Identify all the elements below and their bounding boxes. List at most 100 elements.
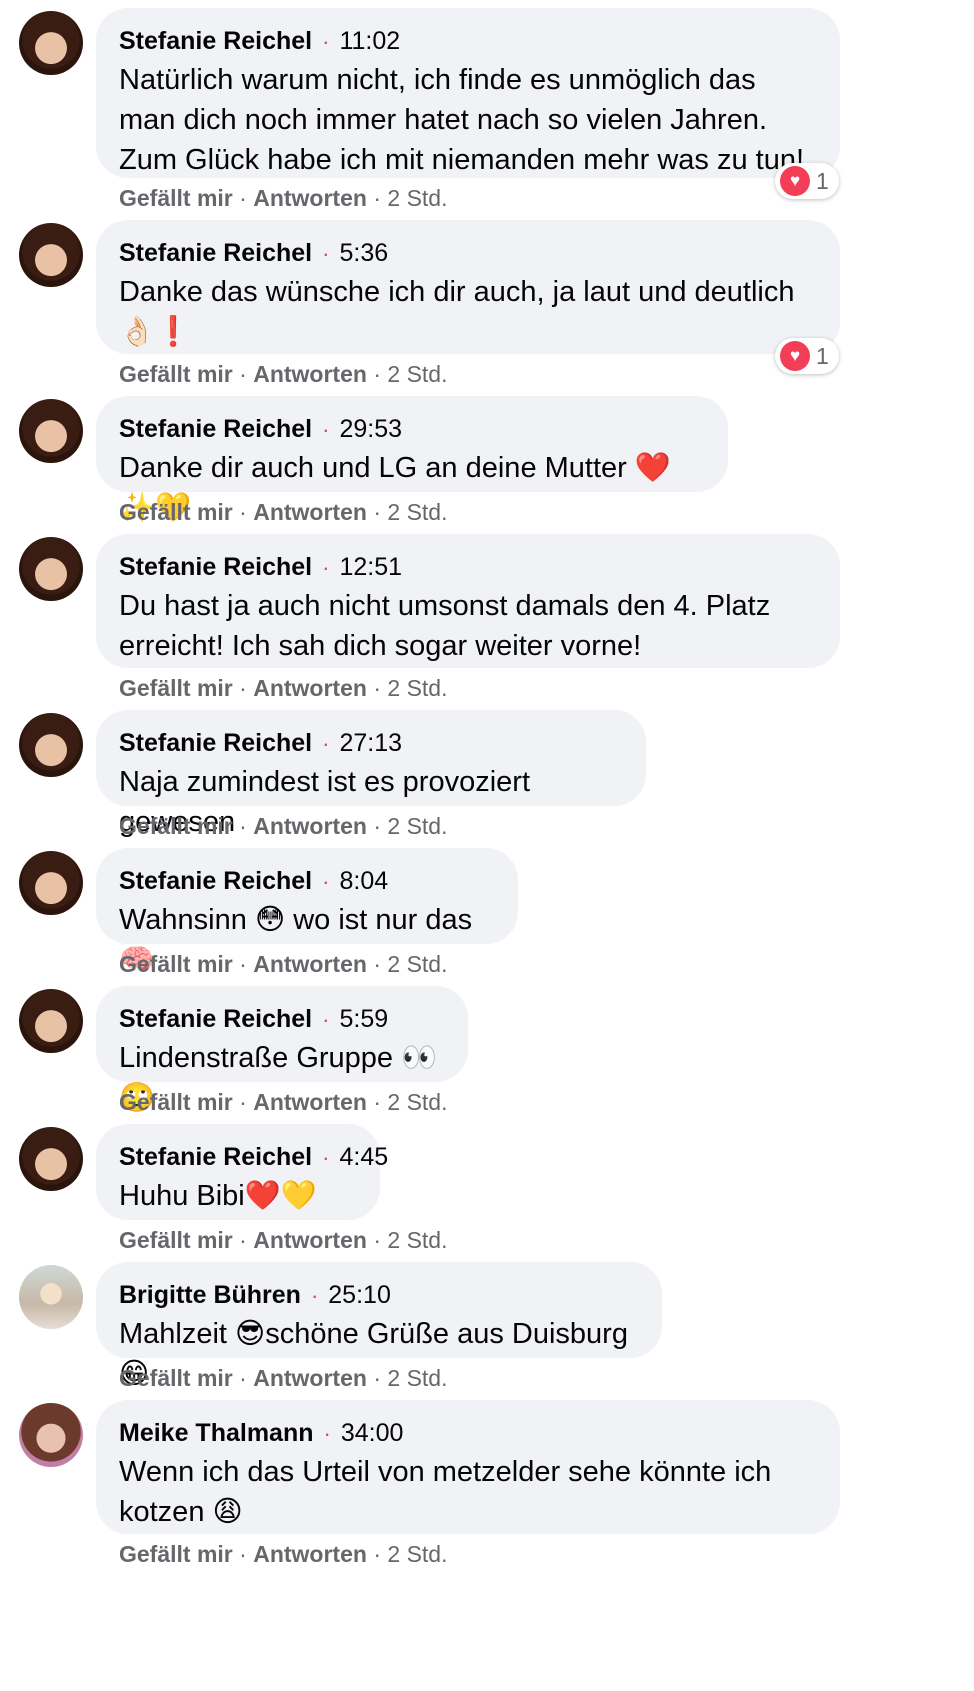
separator-dot: · [322,1007,330,1032]
avatar[interactable] [19,1403,83,1467]
separator-dot: · [239,675,247,701]
comment-actions: Gefällt mir · Antworten · 2 Std. [119,1365,448,1392]
avatar[interactable] [19,713,83,777]
comment-age[interactable]: 2 Std. [387,499,447,525]
comment-text: Huhu Bibi❤️💛 [119,1180,317,1212]
like-link[interactable]: Gefällt mir [119,813,233,839]
separator-dot: · [239,1541,247,1567]
reply-link[interactable]: Antworten [253,1541,367,1567]
like-link[interactable]: Gefällt mir [119,1365,233,1391]
comment-bubble: Stefanie Reichel · 11:02 Natürlich warum n… [96,8,840,178]
separator-dot: · [239,1089,247,1115]
avatar[interactable] [19,1127,83,1191]
author-name[interactable]: Meike Thalmann [119,1419,314,1447]
like-link[interactable]: Gefällt mir [119,675,233,701]
comment-text: Wenn ich das Urteil von metzelder sehe k… [119,1456,772,1528]
comment-bubble: Stefanie Reichel · 27:13 Naja zumindest is… [96,710,646,838]
separator-dot: · [373,499,381,525]
separator-dot: · [373,185,381,211]
avatar[interactable] [19,399,83,463]
comment-actions: Gefällt mir · Antworten · 2 Std. [119,675,448,702]
avatar[interactable] [19,989,83,1053]
reply-link[interactable]: Antworten [253,813,367,839]
author-name[interactable]: Stefanie Reichel [119,867,312,895]
heart-icon: ♥ [780,166,810,196]
separator-dot: · [373,1089,381,1115]
timestamp[interactable]: 29:53 [339,415,402,443]
comment-text: Natürlich warum nicht, ich finde es unmö… [119,64,805,176]
separator-dot: · [373,675,381,701]
timestamp[interactable]: 5:36 [339,239,388,267]
comment-text: Du hast ja auch nicht umsonst damals den… [119,590,771,662]
reply-link[interactable]: Antworten [253,499,367,525]
reply-link[interactable]: Antworten [253,951,367,977]
comment-age[interactable]: 2 Std. [387,675,447,701]
like-link[interactable]: Gefällt mir [119,1089,233,1115]
separator-dot: · [322,29,330,54]
like-link[interactable]: Gefällt mir [119,499,233,525]
author-name[interactable]: Brigitte Bühren [119,1281,301,1309]
timestamp[interactable]: 5:59 [339,1005,388,1033]
reply-link[interactable]: Antworten [253,675,367,701]
comment-age[interactable]: 2 Std. [387,1541,447,1567]
avatar[interactable] [19,537,83,601]
comment-bubble: Stefanie Reichel · 12:51 Du hast ja auch n… [96,534,840,668]
comment-age[interactable]: 2 Std. [387,1365,447,1391]
reaction-badge[interactable]: ♥ 1 [775,338,839,374]
like-link[interactable]: Gefällt mir [119,361,233,387]
separator-dot: · [373,361,381,387]
comment-age[interactable]: 2 Std. [387,1089,447,1115]
comment-bubble: Stefanie Reichel · 5:59 Lindenstraße Grupp… [96,986,468,1114]
separator-dot: · [322,1145,330,1170]
reply-link[interactable]: Antworten [253,185,367,211]
comment-bubble: Stefanie Reichel · 29:53 Danke dir auch un… [96,396,728,524]
separator-dot: · [373,951,381,977]
reaction-badge[interactable]: ♥ 1 [775,163,839,199]
heart-icon: ♥ [780,341,810,371]
like-link[interactable]: Gefällt mir [119,185,233,211]
comment-age[interactable]: 2 Std. [387,185,447,211]
timestamp[interactable]: 8:04 [339,867,388,895]
avatar[interactable] [19,223,83,287]
timestamp[interactable]: 34:00 [341,1419,404,1447]
reply-link[interactable]: Antworten [253,361,367,387]
separator-dot: · [322,241,330,266]
author-name[interactable]: Stefanie Reichel [119,1143,312,1171]
comment-age[interactable]: 2 Std. [387,361,447,387]
avatar[interactable] [19,1265,83,1329]
author-name[interactable]: Stefanie Reichel [119,415,312,443]
reply-link[interactable]: Antworten [253,1365,367,1391]
comment-age[interactable]: 2 Std. [387,951,447,977]
avatar[interactable] [19,11,83,75]
comment-bubble: Stefanie Reichel · 4:45 Huhu Bibi❤️💛 [96,1124,388,1220]
comment-bubble: Stefanie Reichel · 5:36 Danke das wünsche … [96,220,840,354]
separator-dot: · [322,417,330,442]
separator-dot: · [239,1365,247,1391]
comment-age[interactable]: 2 Std. [387,813,447,839]
comment-age[interactable]: 2 Std. [387,1227,447,1253]
timestamp[interactable]: 25:10 [328,1281,391,1309]
comment-bubble: Stefanie Reichel · 8:04 Wahnsinn 😳 wo ist … [96,848,518,976]
reply-link[interactable]: Antworten [253,1227,367,1253]
separator-dot: · [310,1283,319,1308]
author-name[interactable]: Stefanie Reichel [119,553,312,581]
timestamp[interactable]: 11:02 [339,27,400,55]
separator-dot: · [322,731,330,756]
avatar[interactable] [19,851,83,915]
timestamp[interactable]: 12:51 [339,553,402,581]
author-name[interactable]: Stefanie Reichel [119,729,312,757]
reply-link[interactable]: Antworten [253,1089,367,1115]
timestamp[interactable]: 27:13 [339,729,402,757]
like-link[interactable]: Gefällt mir [119,1227,233,1253]
comment-actions: Gefällt mir · Antworten · 2 Std. [119,813,448,840]
author-name[interactable]: Stefanie Reichel [119,239,312,267]
like-link[interactable]: Gefällt mir [119,1541,233,1567]
author-name[interactable]: Stefanie Reichel [119,1005,312,1033]
separator-dot: · [239,951,247,977]
reaction-count: 1 [816,167,829,194]
author-name[interactable]: Stefanie Reichel [119,27,312,55]
separator-dot: · [239,1227,247,1253]
separator-dot: · [373,1365,381,1391]
like-link[interactable]: Gefällt mir [119,951,233,977]
timestamp[interactable]: 4:45 [339,1143,388,1171]
